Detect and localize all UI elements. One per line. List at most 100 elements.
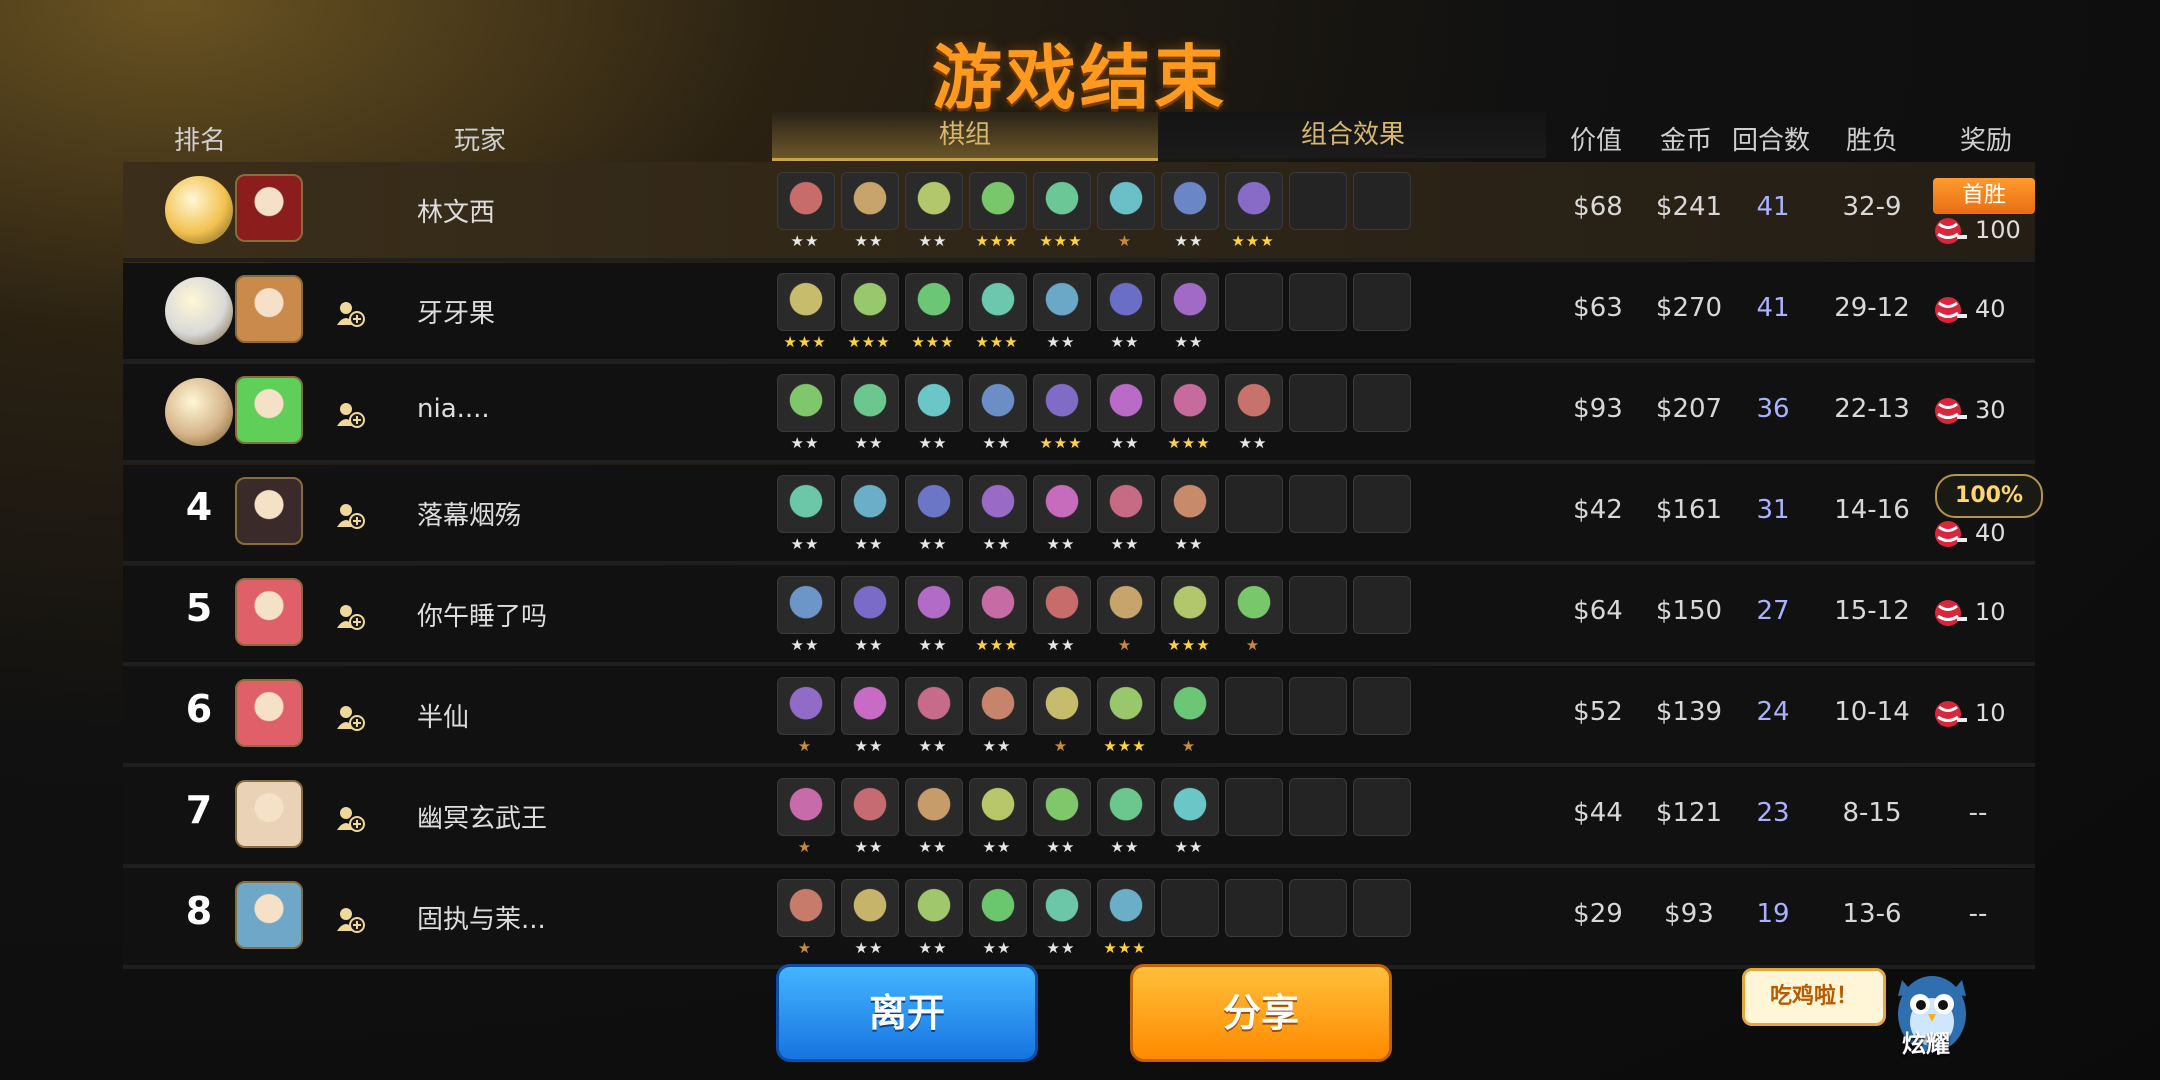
unit-portrait[interactable] <box>1161 576 1219 634</box>
unit-star-rating: ★★ <box>1046 333 1076 351</box>
add-friend-icon[interactable] <box>335 400 365 428</box>
table-row[interactable]: 7 幽冥玄武王 ★ ★★ ★★ ★★ ★★ ★★ ★★ $44 $121 23 8-15 -- <box>123 768 2035 868</box>
unit-portrait[interactable] <box>969 778 1027 836</box>
unit-portrait[interactable] <box>969 677 1027 735</box>
add-friend-icon[interactable] <box>335 501 365 529</box>
unit-portrait[interactable] <box>1097 273 1155 331</box>
table-row[interactable]: 8 固执与茉... ★ ★★ ★★ ★★ ★★ ★★★ $29 $93 19 13-6 -- <box>123 869 2035 969</box>
unit-portrait[interactable] <box>905 677 963 735</box>
share-button[interactable]: 分享 <box>1130 964 1392 1062</box>
unit-portrait[interactable] <box>777 677 835 735</box>
unit-portrait[interactable] <box>777 778 835 836</box>
unit-portrait[interactable] <box>1161 677 1219 735</box>
rounds-count: 31 <box>1756 495 1790 525</box>
unit-portrait[interactable] <box>969 172 1027 230</box>
unit-portrait[interactable] <box>1161 374 1219 432</box>
add-friend-icon[interactable] <box>335 703 365 731</box>
unit-portrait[interactable] <box>1033 172 1091 230</box>
unit-portrait[interactable] <box>841 374 899 432</box>
unit-portrait[interactable] <box>969 879 1027 937</box>
unit-portrait[interactable] <box>969 374 1027 432</box>
unit-portrait[interactable] <box>905 475 963 533</box>
unit-portrait[interactable] <box>1033 677 1091 735</box>
unit-portrait[interactable] <box>905 778 963 836</box>
tab-synergy[interactable]: 组合效果 <box>1160 112 1546 158</box>
unit-portrait[interactable] <box>1033 576 1091 634</box>
unit-portrait[interactable] <box>777 475 835 533</box>
avatar[interactable] <box>235 780 303 848</box>
empty-unit-slot <box>1289 172 1347 230</box>
unit-portrait[interactable] <box>1033 374 1091 432</box>
win-loss: 22-13 <box>1834 394 1910 424</box>
unit-portrait[interactable] <box>905 273 963 331</box>
unit-portrait[interactable] <box>777 374 835 432</box>
unit-portrait[interactable] <box>1097 475 1155 533</box>
avatar[interactable] <box>235 881 303 949</box>
unit-portrait[interactable] <box>905 879 963 937</box>
table-row[interactable]: nia.... ★★ ★★ ★★ ★★ ★★★ ★★ ★★★ ★★ $93 $207 36 22-13 3… <box>123 364 2035 464</box>
unit-portrait[interactable] <box>969 576 1027 634</box>
unit-portrait[interactable] <box>777 273 835 331</box>
avatar[interactable] <box>235 679 303 747</box>
unit-portrait[interactable] <box>841 677 899 735</box>
unit-portrait[interactable] <box>841 576 899 634</box>
unit-portrait[interactable] <box>1161 475 1219 533</box>
add-friend-icon[interactable] <box>335 299 365 327</box>
unit-star-rating: ★ <box>1245 636 1261 654</box>
unit-portrait[interactable] <box>1033 778 1091 836</box>
unit-portrait[interactable] <box>1097 576 1155 634</box>
unit-portrait[interactable] <box>905 576 963 634</box>
unit-star-rating: ★★★ <box>1167 636 1211 654</box>
unit-portrait[interactable] <box>969 273 1027 331</box>
tab-board[interactable]: 棋组 <box>772 112 1158 161</box>
table-row[interactable]: 5 你午睡了吗 ★★ ★★ ★★ ★★★ ★★ ★ ★★★ ★ $64 $150 27 15-12 10 <box>123 566 2035 666</box>
unit-portrait[interactable] <box>1033 475 1091 533</box>
unit-portrait[interactable] <box>1097 879 1155 937</box>
unit-portrait[interactable] <box>777 172 835 230</box>
unit-portrait[interactable] <box>841 273 899 331</box>
add-friend-icon[interactable] <box>335 905 365 933</box>
unit-portrait[interactable] <box>1225 374 1283 432</box>
unit-portrait[interactable] <box>841 778 899 836</box>
avatar[interactable] <box>235 578 303 646</box>
avatar[interactable] <box>235 275 303 343</box>
unit-portrait[interactable] <box>1033 273 1091 331</box>
unit-portrait[interactable] <box>905 374 963 432</box>
table-row[interactable]: 4 落幕烟殇 ★★ ★★ ★★ ★★ ★★ ★★ ★★ $42 $161 31 14-16 40 <box>123 465 2035 565</box>
unit-portrait[interactable] <box>905 172 963 230</box>
unit-portrait[interactable] <box>1161 778 1219 836</box>
unit-portrait[interactable] <box>1097 677 1155 735</box>
add-friend-icon[interactable] <box>335 804 365 832</box>
unit-portrait[interactable] <box>1225 576 1283 634</box>
unit-portrait[interactable] <box>777 879 835 937</box>
unit-portrait[interactable] <box>1097 172 1155 230</box>
unit-portrait[interactable] <box>841 475 899 533</box>
table-row[interactable]: 牙牙果 ★★★ ★★★ ★★★ ★★★ ★★ ★★ ★★ $63 $270 41 29-12 40 <box>123 263 2035 363</box>
unit-portrait[interactable] <box>1225 172 1283 230</box>
unit-portrait[interactable] <box>1161 273 1219 331</box>
empty-unit-slot <box>1289 778 1347 836</box>
empty-unit-slot <box>1353 677 1411 735</box>
unit-star-rating: ★★ <box>918 939 948 957</box>
unit-portrait[interactable] <box>841 172 899 230</box>
add-friend-icon[interactable] <box>335 602 365 630</box>
player-name: 你午睡了吗 <box>417 602 548 632</box>
unit-portrait[interactable] <box>1161 172 1219 230</box>
player-name: 落幕烟殇 <box>417 501 522 531</box>
board-value: $63 <box>1573 293 1623 323</box>
unit-portrait[interactable] <box>777 576 835 634</box>
avatar[interactable] <box>235 174 303 242</box>
unit-portrait[interactable] <box>1097 374 1155 432</box>
unit-portrait[interactable] <box>1033 879 1091 937</box>
leave-button[interactable]: 离开 <box>776 964 1038 1062</box>
unit-star-rating: ★★★ <box>975 333 1019 351</box>
table-row[interactable]: 6 半仙 ★ ★★ ★★ ★★ ★ ★★★ ★ $52 $139 24 10-14 10 <box>123 667 2035 767</box>
unit-portrait[interactable] <box>969 475 1027 533</box>
avatar[interactable] <box>235 477 303 545</box>
table-row[interactable]: 林文西 ★★ ★★ ★★ ★★★ ★★★ ★ ★★ ★★★ $68 $241 41 32-9 100 <box>123 162 2035 262</box>
unit-portrait[interactable] <box>841 879 899 937</box>
avatar[interactable] <box>235 376 303 444</box>
unit-portrait[interactable] <box>1097 778 1155 836</box>
empty-unit-slot <box>1353 475 1411 533</box>
first-win-badge: 首胜 <box>1933 178 2035 214</box>
